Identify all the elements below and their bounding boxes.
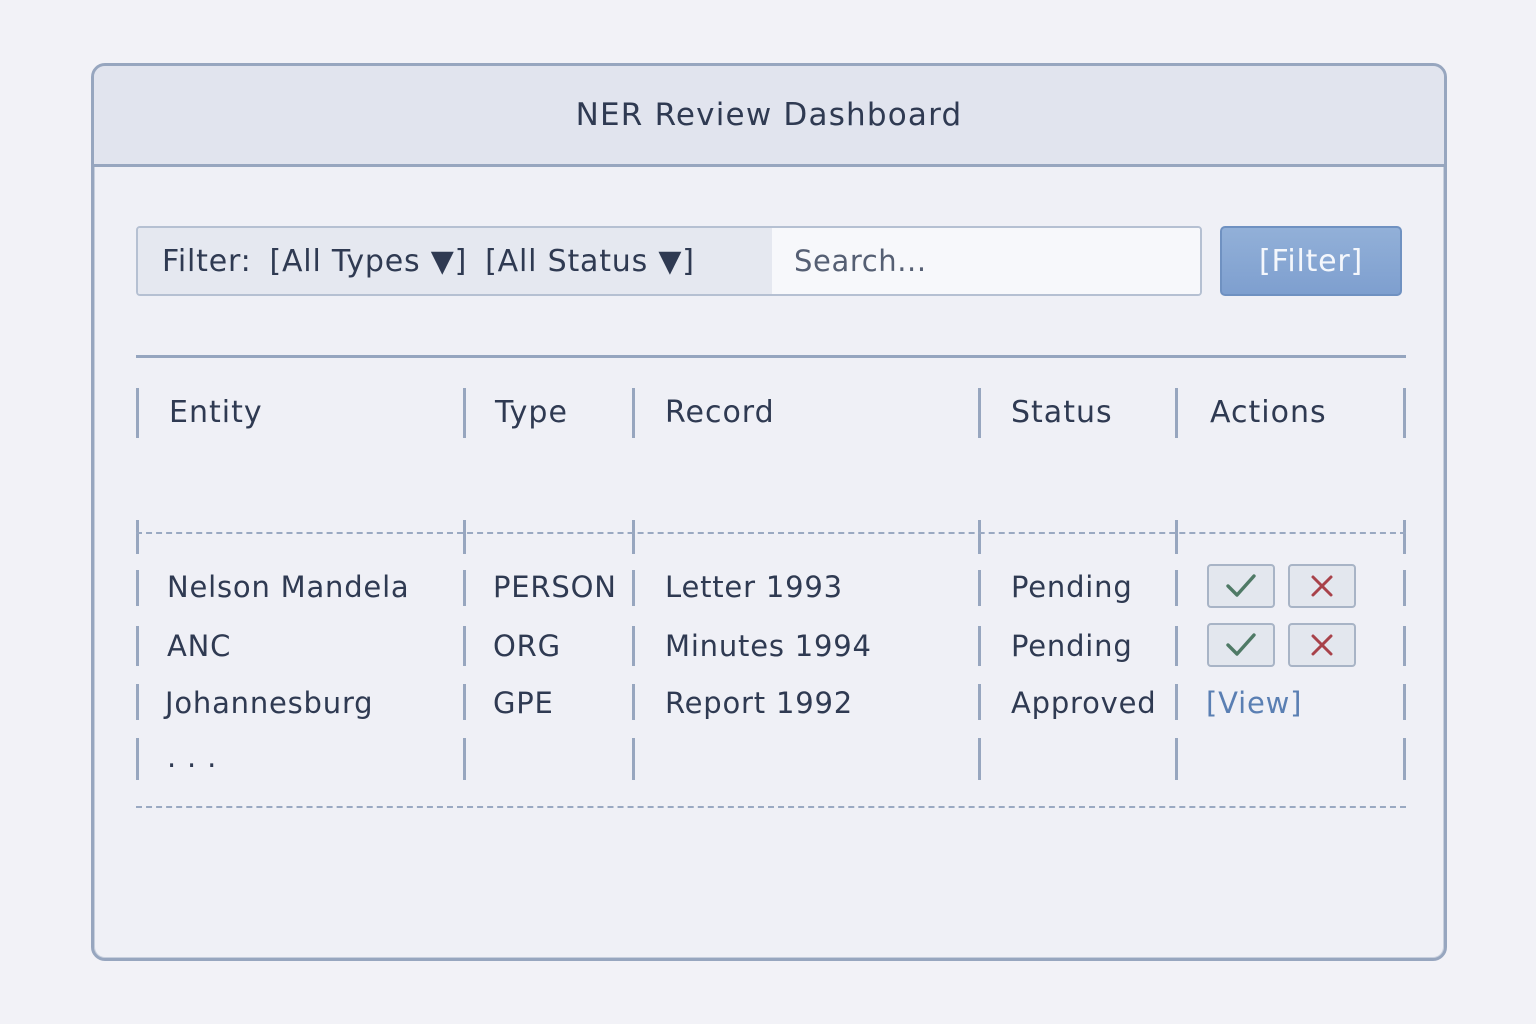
- table-top-rule: [136, 355, 1406, 358]
- header-separator: [136, 532, 1406, 534]
- header-record[interactable]: Record: [665, 396, 775, 430]
- column-divider: [978, 684, 981, 720]
- filter-bar: Filter: [All Types ▼] [All Status ▼]: [136, 226, 1202, 296]
- column-divider: [978, 570, 981, 606]
- column-divider: [136, 570, 139, 606]
- close-icon: [1311, 634, 1333, 656]
- header-type[interactable]: Type: [495, 396, 568, 430]
- column-divider: [463, 684, 466, 720]
- row3-entity: Johannesburg: [165, 686, 374, 720]
- row1-record: Letter 1993: [665, 570, 843, 604]
- approve-button[interactable]: [1207, 623, 1275, 667]
- row1-type: PERSON: [493, 570, 617, 604]
- page-title: NER Review Dashboard: [575, 97, 963, 133]
- column-divider: [136, 738, 139, 780]
- table-bottom-separator: [136, 806, 1406, 808]
- reject-button[interactable]: [1288, 564, 1356, 608]
- status-dropdown[interactable]: [All Status ▼]: [485, 244, 695, 279]
- column-divider: [136, 626, 139, 666]
- column-divider: [1175, 388, 1178, 438]
- view-link[interactable]: [View]: [1206, 686, 1302, 720]
- column-divider: [1175, 626, 1178, 666]
- column-divider: [463, 520, 466, 554]
- row2-status: Pending: [1011, 629, 1133, 663]
- column-divider: [1403, 520, 1406, 554]
- column-divider: [1403, 684, 1406, 720]
- type-dropdown[interactable]: [All Types ▼]: [269, 244, 467, 279]
- check-icon: [1226, 574, 1256, 597]
- row3-record: Report 1992: [665, 686, 853, 720]
- column-divider: [632, 626, 635, 666]
- column-divider: [632, 520, 635, 554]
- column-divider: [978, 520, 981, 554]
- row2-entity: ANC: [167, 629, 232, 663]
- reject-button[interactable]: [1288, 623, 1356, 667]
- column-divider: [632, 684, 635, 720]
- column-divider: [1403, 388, 1406, 438]
- header-actions: Actions: [1210, 395, 1327, 430]
- more-rows-indicator: . . .: [167, 740, 218, 774]
- title-bar: NER Review Dashboard: [94, 66, 1444, 167]
- entity-table: Entity Type Record Status Actions Nelson…: [136, 388, 1406, 808]
- column-divider: [632, 570, 635, 606]
- column-divider: [463, 388, 466, 438]
- column-divider: [136, 520, 139, 554]
- row1-status: Pending: [1011, 570, 1133, 604]
- filter-button[interactable]: [Filter]: [1220, 226, 1402, 296]
- column-divider: [1175, 684, 1178, 720]
- row2-record: Minutes 1994: [665, 629, 872, 663]
- column-divider: [978, 738, 981, 780]
- search-input[interactable]: [772, 228, 1200, 294]
- row1-entity: Nelson Mandela: [167, 570, 410, 604]
- close-icon: [1311, 575, 1333, 597]
- column-divider: [1175, 738, 1178, 780]
- approve-button[interactable]: [1207, 564, 1275, 608]
- filter-controls: Filter: [All Types ▼] [All Status ▼]: [138, 228, 772, 294]
- column-divider: [1175, 570, 1178, 606]
- column-divider: [632, 388, 635, 438]
- column-divider: [978, 388, 981, 438]
- column-divider: [136, 684, 139, 720]
- column-divider: [463, 626, 466, 666]
- row2-type: ORG: [493, 629, 561, 663]
- column-divider: [136, 388, 139, 438]
- filter-label: Filter:: [162, 243, 252, 279]
- row3-type: GPE: [493, 686, 554, 720]
- column-divider: [632, 738, 635, 780]
- column-divider: [1403, 626, 1406, 666]
- dashboard-window: NER Review Dashboard Filter: [All Types …: [91, 63, 1447, 961]
- column-divider: [1403, 570, 1406, 606]
- column-divider: [1403, 738, 1406, 780]
- column-divider: [978, 626, 981, 666]
- column-divider: [463, 738, 466, 780]
- column-divider: [1175, 520, 1178, 554]
- header-entity[interactable]: Entity: [169, 396, 263, 430]
- row3-status: Approved: [1011, 686, 1157, 720]
- check-icon: [1226, 633, 1256, 656]
- header-status[interactable]: Status: [1011, 396, 1113, 430]
- column-divider: [463, 570, 466, 606]
